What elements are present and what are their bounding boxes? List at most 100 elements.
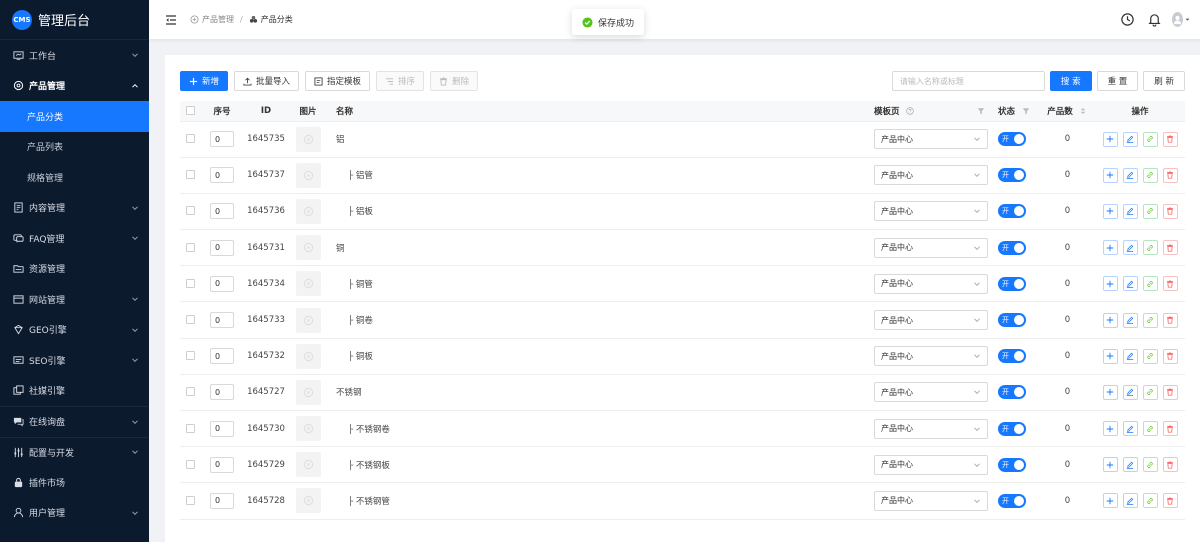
image-placeholder[interactable] [295,452,321,478]
delete-button[interactable]: 删除 [430,71,479,91]
link-button[interactable] [1142,131,1158,147]
status-switch[interactable]: 开 [998,240,1026,255]
image-placeholder[interactable] [295,379,321,405]
link-button[interactable] [1142,421,1158,437]
refresh-button[interactable]: 刷 新 [1143,71,1185,91]
add-child-button[interactable] [1102,457,1118,473]
image-placeholder[interactable] [295,198,321,224]
delete-row-button[interactable] [1162,131,1178,147]
sidebar-item-resource[interactable]: 资源管理 [0,254,149,285]
sort-order-input[interactable] [210,348,234,365]
image-placeholder[interactable] [295,235,321,261]
image-placeholder[interactable] [295,416,321,442]
edit-button[interactable] [1122,493,1138,509]
template-select[interactable]: 产品中心 [874,273,988,294]
add-child-button[interactable] [1102,131,1118,147]
sidebar-item-site[interactable]: 网站管理 [0,284,149,315]
add-child-button[interactable] [1102,384,1118,400]
bell-icon[interactable] [1145,10,1163,28]
help-icon[interactable] [906,107,915,115]
template-select[interactable]: 产品中心 [874,165,988,186]
edit-button[interactable] [1122,384,1138,400]
link-button[interactable] [1142,348,1158,364]
sidebar-subitem[interactable]: 产品列表 [0,132,149,163]
template-select[interactable]: 产品中心 [874,201,988,222]
edit-button[interactable] [1122,457,1138,473]
status-filter-icon[interactable] [1022,107,1030,115]
image-placeholder[interactable] [295,488,321,514]
sidebar-item-user[interactable]: 用户管理 [0,498,149,529]
status-switch[interactable]: 开 [998,493,1026,508]
template-select[interactable]: 产品中心 [874,454,988,475]
sidebar-subitem[interactable]: 产品分类 [0,101,149,132]
add-button[interactable]: 新增 [180,71,229,91]
sort-caret-icon[interactable] [1080,107,1088,115]
delete-row-button[interactable] [1162,348,1178,364]
image-placeholder[interactable] [295,162,321,188]
import-button[interactable]: 批量导入 [234,71,300,91]
row-checkbox[interactable] [186,315,195,325]
sort-order-input[interactable] [210,275,234,292]
row-checkbox[interactable] [186,242,195,252]
row-checkbox[interactable] [186,278,195,288]
sidebar-item-faq[interactable]: FAQ管理 [0,223,149,254]
image-placeholder[interactable] [295,307,321,333]
edit-button[interactable] [1122,312,1138,328]
status-switch[interactable]: 开 [998,168,1026,183]
add-child-button[interactable] [1102,421,1118,437]
sort-order-input[interactable] [210,239,234,256]
delete-row-button[interactable] [1162,457,1178,473]
template-select[interactable]: 产品中心 [874,382,988,403]
status-switch[interactable]: 开 [998,349,1026,364]
edit-button[interactable] [1122,276,1138,292]
sort-button[interactable]: 排序 [376,71,425,91]
filter-icon[interactable] [977,107,985,115]
add-child-button[interactable] [1102,240,1118,256]
search-input[interactable] [891,71,1045,91]
sidebar-item-social[interactable]: 社媒引擎 [0,376,149,407]
sort-order-input[interactable] [210,131,234,148]
status-switch[interactable]: 开 [998,132,1026,147]
sort-order-input[interactable] [210,456,234,473]
status-switch[interactable]: 开 [998,457,1026,472]
sidebar-item-config[interactable]: 配置与开发 [0,436,149,468]
sidebar-subitem[interactable]: 规格管理 [0,162,149,193]
link-button[interactable] [1142,240,1158,256]
status-switch[interactable]: 开 [998,276,1026,291]
sidebar-item-content[interactable]: 内容管理 [0,193,149,224]
status-switch[interactable]: 开 [998,204,1026,219]
template-select[interactable]: 产品中心 [874,490,988,511]
row-checkbox[interactable] [186,423,195,433]
sort-order-input[interactable] [210,203,234,220]
row-checkbox[interactable] [186,206,195,216]
link-button[interactable] [1142,493,1158,509]
edit-button[interactable] [1122,348,1138,364]
sidebar-item-dashboard[interactable]: 工作台 [0,40,149,71]
delete-row-button[interactable] [1162,240,1178,256]
add-child-button[interactable] [1102,312,1118,328]
sort-order-input[interactable] [210,167,234,184]
delete-row-button[interactable] [1162,312,1178,328]
status-switch[interactable]: 开 [998,385,1026,400]
add-child-button[interactable] [1102,203,1118,219]
template-select[interactable]: 产品中心 [874,418,988,439]
template-select[interactable]: 产品中心 [874,310,988,331]
delete-row-button[interactable] [1162,421,1178,437]
template-select[interactable]: 产品中心 [874,237,988,258]
edit-button[interactable] [1122,167,1138,183]
link-button[interactable] [1142,276,1158,292]
row-checkbox[interactable] [186,134,195,144]
add-child-button[interactable] [1102,167,1118,183]
sort-order-input[interactable] [210,384,234,401]
delete-row-button[interactable] [1162,493,1178,509]
edit-button[interactable] [1122,240,1138,256]
sidebar-item-plugin[interactable]: 插件市场 [0,467,149,498]
delete-row-button[interactable] [1162,384,1178,400]
edit-button[interactable] [1122,421,1138,437]
assign-template-button[interactable]: 指定模板 [305,71,371,91]
sidebar-item-inquiry[interactable]: 在线询盘 [0,406,149,437]
link-button[interactable] [1142,457,1158,473]
add-child-button[interactable] [1102,493,1118,509]
reset-button[interactable]: 重 置 [1096,71,1139,91]
sidebar-item-seo[interactable]: SEO引擎 [0,345,149,376]
